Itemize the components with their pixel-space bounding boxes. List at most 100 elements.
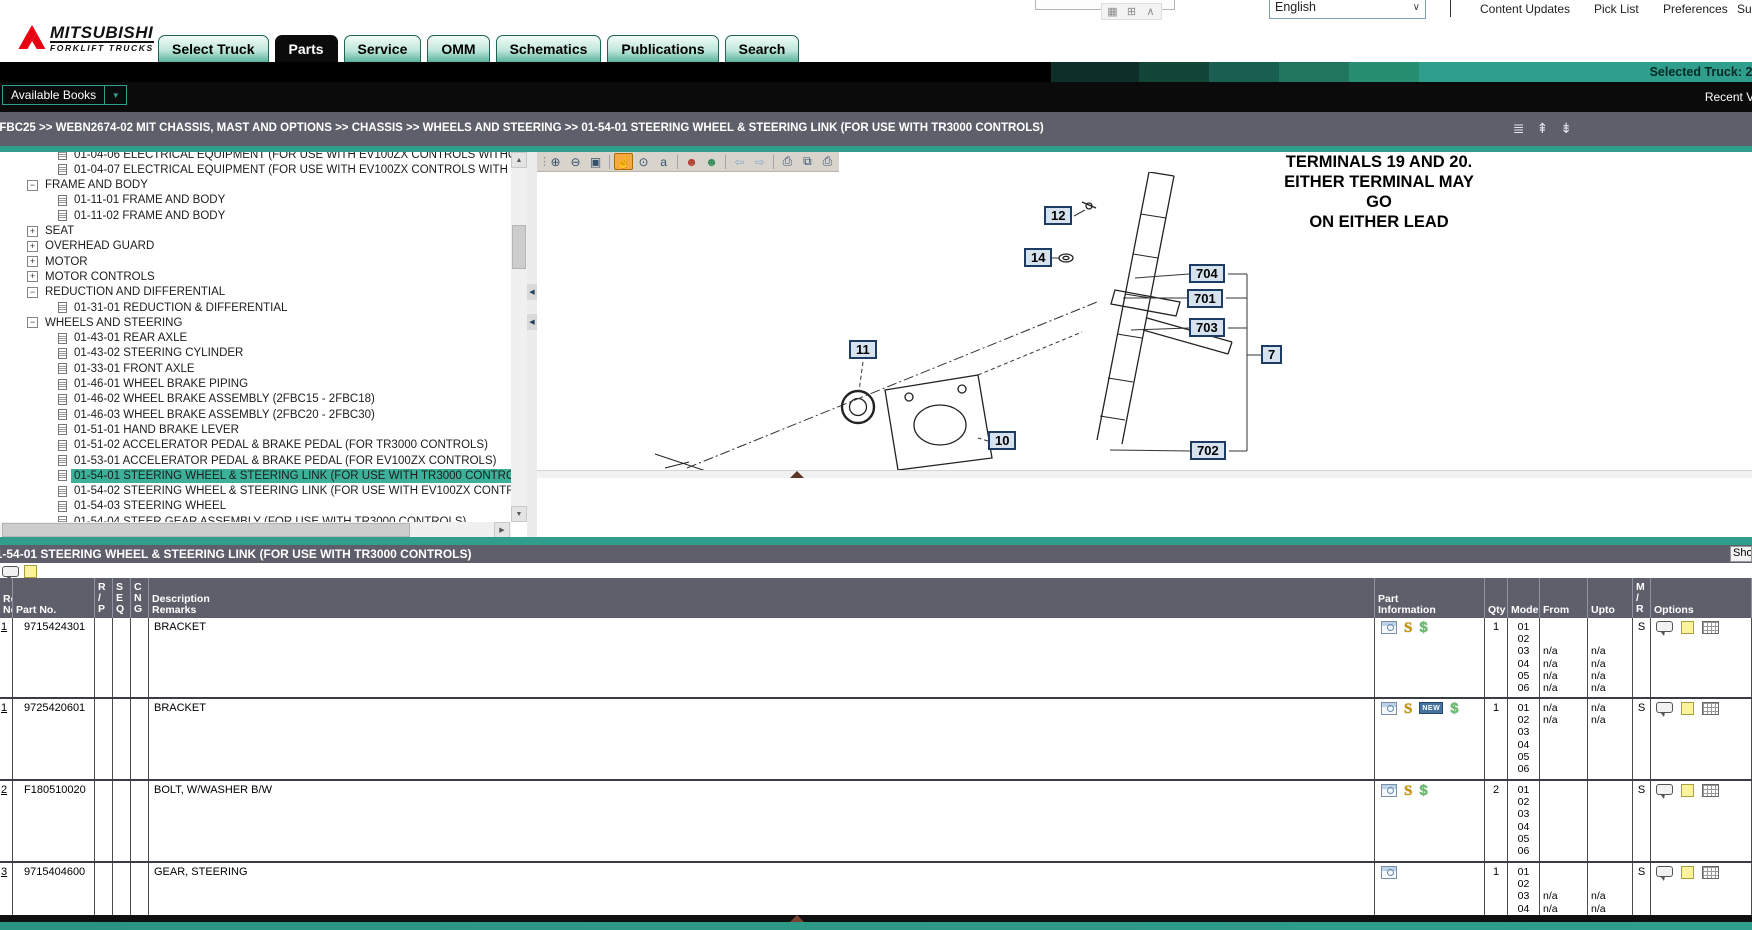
table-view-icon[interactable] <box>1702 621 1719 634</box>
price-icon[interactable]: $ <box>1450 702 1458 716</box>
list-icon[interactable]: ≣ <box>1513 120 1525 136</box>
tree-item[interactable]: +MOTOR CONTROLS <box>0 269 158 284</box>
part-preview-icon[interactable] <box>1381 866 1397 879</box>
recent-views-link[interactable]: Recent Views <box>1705 90 1752 104</box>
comment-icon[interactable] <box>1656 784 1673 795</box>
collapse-icon[interactable]: − <box>27 317 38 328</box>
tree-item[interactable]: 01-46-01 WHEEL BRAKE PIPING <box>0 377 251 392</box>
note-icon[interactable] <box>1681 784 1694 797</box>
link-content-updates[interactable]: Content Updates <box>1480 2 1570 16</box>
callout-14[interactable]: 14 <box>1024 248 1052 267</box>
text-select-icon[interactable]: a <box>654 153 673 170</box>
expand-icon[interactable]: + <box>27 256 38 267</box>
previous-sheet-icon[interactable]: ⇦ <box>730 153 749 170</box>
callout-11[interactable]: 11 <box>849 340 877 359</box>
note-icon[interactable] <box>1681 702 1694 715</box>
export-window-icon[interactable]: ⧉ <box>798 153 817 170</box>
new-part-badge[interactable]: NEW <box>1419 702 1443 714</box>
expand-icon[interactable]: ⊞ <box>1124 5 1139 18</box>
callout-702[interactable]: 702 <box>1190 441 1226 460</box>
page-down-icon[interactable]: ⇟ <box>1560 120 1572 136</box>
tree-item[interactable]: 01-43-02 STEERING CYLINDER <box>0 346 246 361</box>
ref-link[interactable]: 1 <box>1 621 7 633</box>
scroll-right-icon[interactable]: ▶ <box>494 522 510 538</box>
zoom-in-page-icon[interactable]: ⊕ <box>546 153 565 170</box>
table-view-icon[interactable] <box>1702 866 1719 879</box>
note-icon[interactable] <box>1681 621 1694 634</box>
show-button[interactable]: Show <box>1730 546 1752 562</box>
ref-link[interactable]: 3 <box>1 866 7 878</box>
price-icon[interactable]: $ <box>1419 784 1427 798</box>
print-region-icon[interactable]: ⎙ <box>818 153 837 170</box>
link-preferences[interactable]: Preferences <box>1663 2 1728 16</box>
tree-item[interactable]: 01-43-01 REAR AXLE <box>0 331 190 346</box>
tree-item[interactable]: 01-11-02 FRAME AND BODY <box>0 208 228 223</box>
collapse-up-icon[interactable] <box>790 471 804 478</box>
tree-item[interactable]: 01-31-01 REDUCTION & DIFFERENTIAL <box>0 300 290 315</box>
superseded-icon[interactable]: S <box>1404 702 1412 716</box>
table-view-icon[interactable] <box>1702 702 1719 715</box>
zoom-out-page-icon[interactable]: ⊖ <box>566 153 585 170</box>
table-view-icon[interactable] <box>1702 784 1719 797</box>
tab-schematics[interactable]: Schematics <box>496 35 602 62</box>
hotspots-on-icon[interactable]: ☻ <box>702 153 721 170</box>
tree-item[interactable]: +OVERHEAD GUARD <box>0 239 157 254</box>
scroll-down-icon[interactable]: ▼ <box>511 506 527 522</box>
language-select[interactable]: English ∨ <box>1269 0 1426 19</box>
parts-diagram[interactable] <box>537 172 1752 470</box>
tree-item[interactable]: 01-54-04 STEER GEAR ASSEMBLY (FOR USE WI… <box>0 514 469 522</box>
tab-omm[interactable]: OMM <box>427 35 489 62</box>
link-pick-list[interactable]: Pick List <box>1594 2 1639 16</box>
collapse-left-icon[interactable]: ◀ <box>527 314 537 330</box>
tree-item[interactable]: 01-51-01 HAND BRAKE LEVER <box>0 422 242 437</box>
superseded-icon[interactable]: S <box>1404 621 1412 635</box>
tree-item[interactable]: +MOTOR <box>0 254 91 269</box>
collapse-icon[interactable]: − <box>27 287 38 298</box>
expand-icon[interactable]: + <box>27 226 38 237</box>
tree-item[interactable]: 01-51-02 ACCELERATOR PEDAL & BRAKE PEDAL… <box>0 438 491 453</box>
tree-item[interactable]: 01-11-01 FRAME AND BODY <box>0 193 228 208</box>
tree-item[interactable]: 01-54-03 STEERING WHEEL <box>0 499 229 514</box>
tab-select-truck[interactable]: Select Truck <box>158 35 269 62</box>
link-support[interactable]: Support <box>1737 2 1752 16</box>
tree-item[interactable]: 01-54-01 STEERING WHEEL & STEERING LINK … <box>0 468 527 483</box>
tree-item[interactable]: 01-33-01 FRONT AXLE <box>0 361 198 376</box>
expand-icon[interactable]: + <box>27 271 38 282</box>
comment-icon[interactable] <box>1656 866 1673 877</box>
collapse-left-icon[interactable]: ◀ <box>527 284 537 300</box>
notes-filter-icon[interactable] <box>24 565 37 578</box>
ref-link[interactable]: 1 <box>1 702 7 714</box>
tree-item[interactable]: 01-46-03 WHEEL BRAKE ASSEMBLY (2FBC20 - … <box>0 407 378 422</box>
part-preview-icon[interactable] <box>1381 702 1397 715</box>
scroll-up-icon[interactable]: ▲ <box>511 152 527 168</box>
tree-item[interactable]: −REDUCTION AND DIFFERENTIAL <box>0 285 228 300</box>
comment-icon[interactable] <box>1656 621 1673 632</box>
next-sheet-icon[interactable]: ⇨ <box>750 153 769 170</box>
part-preview-icon[interactable] <box>1381 621 1397 634</box>
callout-704[interactable]: 704 <box>1189 264 1225 283</box>
callout-12[interactable]: 12 <box>1044 206 1072 225</box>
available-books-button[interactable]: Available Books ▼ <box>2 85 127 105</box>
print-icon[interactable]: ⎙ <box>778 153 797 170</box>
tab-search[interactable]: Search <box>725 35 800 62</box>
callout-7[interactable]: 7 <box>1261 345 1282 364</box>
collapse-icon[interactable]: ∧ <box>1143 5 1158 18</box>
panel-splitter[interactable]: ◀ ◀ <box>527 152 537 537</box>
tree-item[interactable]: −FRAME AND BODY <box>0 178 151 193</box>
comment-icon[interactable] <box>1656 702 1673 713</box>
grid-icon[interactable]: ▦ <box>1105 5 1120 18</box>
fit-page-icon[interactable]: ▣ <box>586 153 605 170</box>
tree-item[interactable]: 01-53-01 ACCELERATOR PEDAL & BRAKE PEDAL… <box>0 453 499 468</box>
expand-icon[interactable]: + <box>27 241 38 252</box>
comments-filter-icon[interactable] <box>2 566 19 577</box>
note-icon[interactable] <box>1681 866 1694 879</box>
tree-item[interactable]: +SEAT <box>0 224 77 239</box>
ref-link[interactable]: 2 <box>1 784 7 796</box>
scrollbar-thumb[interactable] <box>2 523 410 537</box>
collapse-icon[interactable]: − <box>27 180 38 191</box>
tab-service[interactable]: Service <box>344 35 422 62</box>
tree-vertical-scrollbar[interactable]: ▲ ▼ <box>511 152 527 522</box>
dropdown-arrow-icon[interactable]: ▼ <box>105 85 127 105</box>
callout-701[interactable]: 701 <box>1187 289 1223 308</box>
zoom-window-icon[interactable]: ⊙ <box>634 153 653 170</box>
